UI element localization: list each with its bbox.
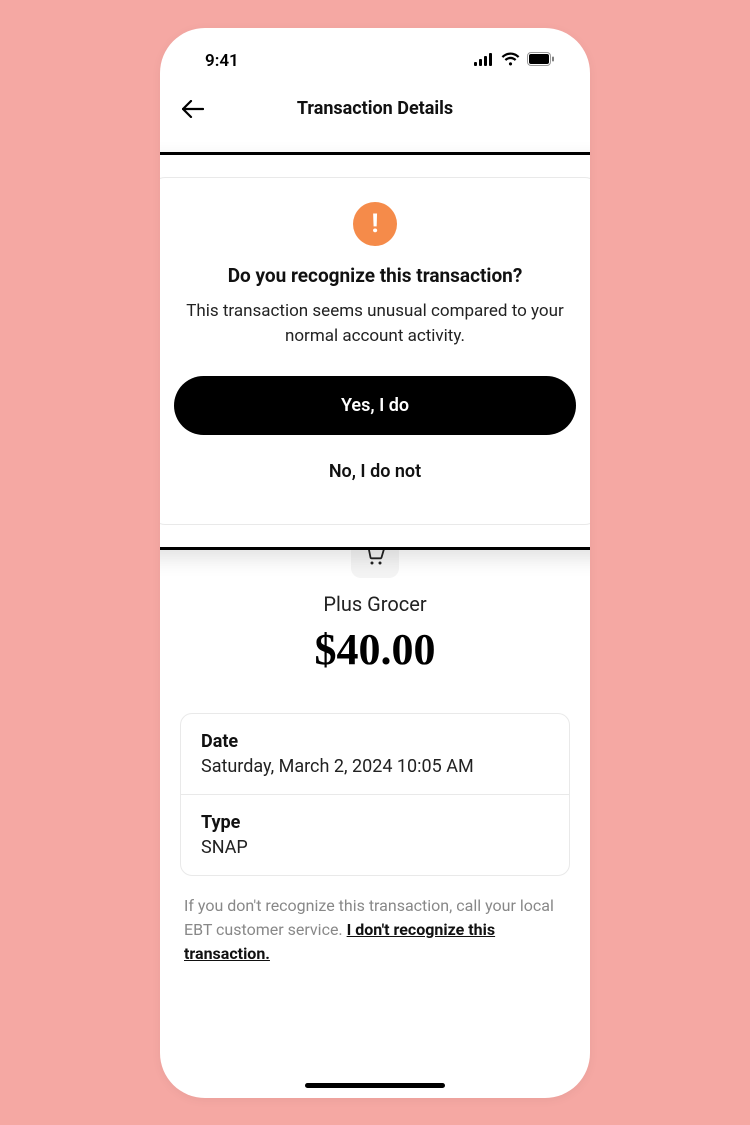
alert-description: This transaction seems unusual compared … [174,299,576,350]
alert-modal: ! Do you recognize this transaction? Thi… [160,152,590,550]
footer-text: If you don't recognize this transaction,… [180,894,570,966]
wifi-icon [501,51,520,70]
type-row: Type SNAP [181,794,569,875]
merchant-name: Plus Grocer [180,592,570,616]
nav-bar: Transaction Details [160,86,590,134]
home-indicator[interactable] [305,1083,445,1088]
type-label: Type [201,812,549,833]
date-row: Date Saturday, March 2, 2024 10:05 AM [181,714,569,794]
alert-title: Do you recognize this transaction? [174,264,576,287]
alert-card: ! Do you recognize this transaction? Thi… [160,177,590,525]
arrow-left-icon [182,100,204,118]
yes-button[interactable]: Yes, I do [174,376,576,435]
alert-icon: ! [353,202,397,246]
date-label: Date [201,731,549,752]
status-icons [474,51,555,70]
page-title: Transaction Details [297,98,453,119]
cellular-icon [474,51,494,70]
date-value: Saturday, March 2, 2024 10:05 AM [201,756,549,777]
merchant-section: Plus Grocer $40.00 [180,530,570,675]
no-button[interactable]: No, I do not [174,443,576,500]
battery-icon [527,51,555,70]
back-button[interactable] [180,96,206,122]
details-box: Date Saturday, March 2, 2024 10:05 AM Ty… [180,713,570,876]
type-value: SNAP [201,837,549,858]
status-bar: 9:41 [160,28,590,86]
status-time: 9:41 [205,51,239,71]
phone-frame: 9:41 Transaction Details ! Do you recogn… [160,28,590,1098]
transaction-amount: $40.00 [180,624,570,675]
